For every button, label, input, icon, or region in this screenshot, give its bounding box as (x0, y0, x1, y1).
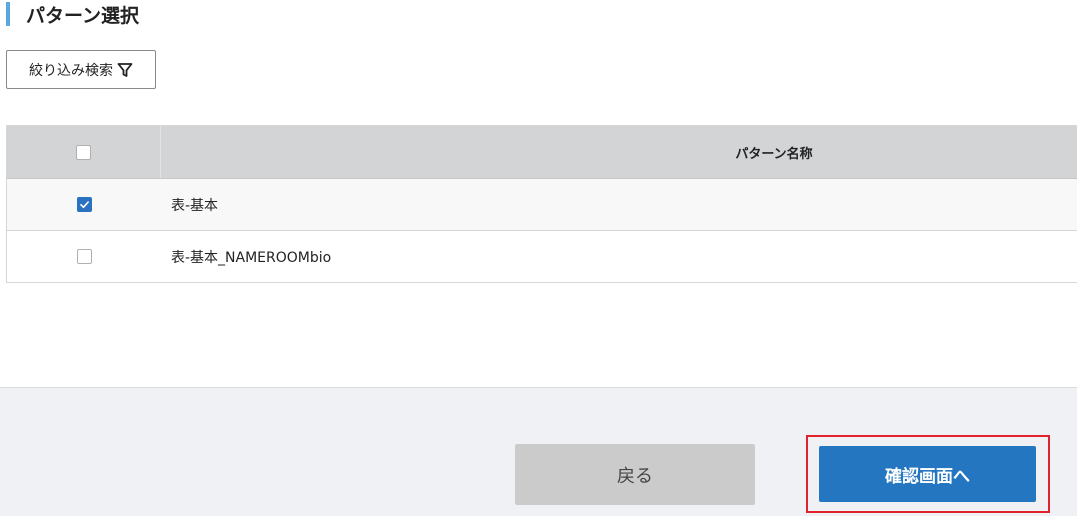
header-check-cell (7, 126, 161, 178)
column-header-pattern-name: パターン名称 (735, 146, 813, 162)
section-title-accent-bar (6, 2, 10, 26)
row-check-cell (7, 179, 161, 230)
filter-search-label: 絞り込み検索 (29, 62, 113, 79)
row-checkbox[interactable] (76, 249, 92, 264)
checkmark-icon (79, 201, 89, 209)
table-row[interactable]: 表-基本_NAMEROOMbio (7, 231, 1077, 283)
table-header: パターン名称 (7, 126, 1077, 179)
section-title: パターン選択 (6, 0, 139, 28)
back-button[interactable]: 戻る (515, 444, 755, 505)
confirm-screen-button[interactable]: 確認画面へ (819, 446, 1036, 502)
filter-icon (117, 62, 133, 77)
pattern-table: パターン名称 表-基本 表-基本_NAMEROOMbio (6, 125, 1077, 283)
table-row[interactable]: 表-基本 (7, 179, 1077, 231)
pattern-name-cell: 表-基本_NAMEROOMbio (171, 249, 332, 266)
filter-search-button[interactable]: 絞り込み検索 (6, 50, 156, 89)
pattern-name-cell: 表-基本 (171, 197, 219, 214)
row-checkbox-checked[interactable] (76, 197, 92, 212)
page-title: パターン選択 (26, 4, 140, 27)
row-check-cell (7, 231, 161, 282)
select-all-checkbox[interactable] (76, 144, 91, 160)
